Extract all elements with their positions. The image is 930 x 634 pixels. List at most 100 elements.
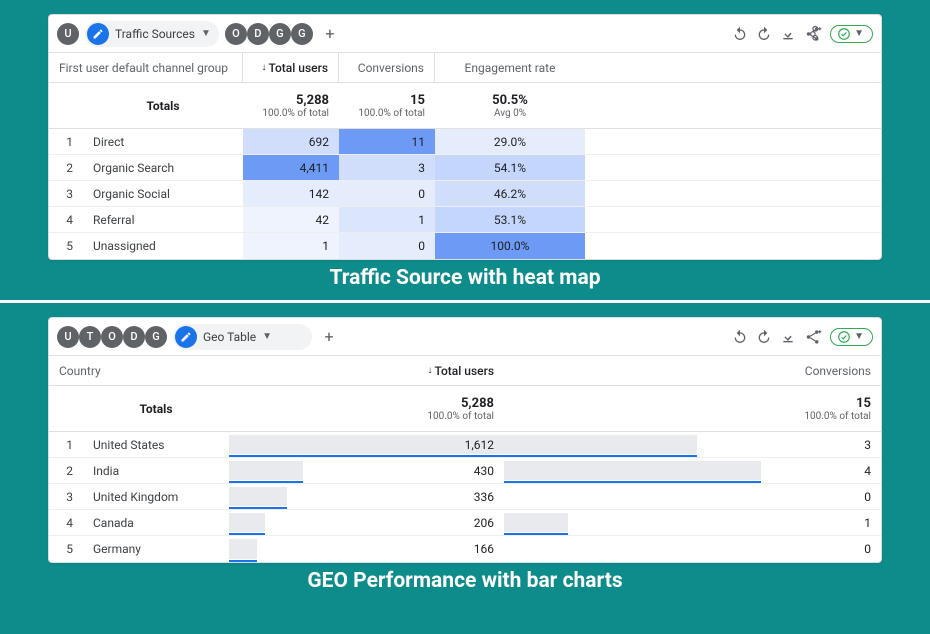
totals-users: 5,288: [239, 396, 494, 411]
cell-conversions: 0: [761, 484, 881, 509]
table-row[interactable]: 5Unassigned 10100.0%: [49, 233, 881, 259]
row-dimension: United States: [79, 438, 164, 452]
cell-spacer: [504, 510, 761, 535]
download-icon[interactable]: [780, 329, 796, 345]
totals-conversions-sub: 100.0% of total: [771, 411, 871, 422]
cell-conversions: 3: [339, 155, 435, 180]
totals-engagement-sub: Avg 0%: [494, 108, 526, 119]
cell-total-users: 1,612: [229, 432, 504, 457]
segment-chip[interactable]: T: [79, 326, 101, 348]
cell-total-users: 166: [229, 536, 504, 562]
col-spacer: [504, 356, 761, 385]
totals-label: Totals: [146, 99, 179, 113]
col-dimension[interactable]: First user default channel group: [49, 53, 243, 82]
cell-total-users: 142: [243, 181, 339, 206]
cell-total-users: 1: [243, 233, 339, 259]
row-dimension: Unassigned: [79, 239, 156, 253]
totals-conversions-sub: 100.0% of total: [349, 108, 425, 119]
cell-engagement-rate: 100.0%: [435, 233, 585, 259]
traffic-sources-panel: U Traffic Sources ▼ ODGG + ▼ First user …: [48, 14, 882, 260]
table-row[interactable]: 1United States 1,612 3: [49, 432, 881, 458]
active-segment-label: Geo Table: [203, 330, 256, 344]
add-segment-button[interactable]: +: [319, 23, 341, 45]
panel1-body: 1Direct6921129.0%2Organic Search4,411354…: [49, 129, 881, 259]
table-row[interactable]: 4Referral42153.1%: [49, 207, 881, 233]
geo-table-panel: UTODG Geo Table ▼ + ▼ Country ↓Total use…: [48, 317, 882, 563]
segment-chip[interactable]: U: [57, 326, 79, 348]
cell-spacer: [504, 432, 761, 457]
row-index: 5: [49, 542, 79, 556]
row-dimension: United Kingdom: [79, 490, 178, 504]
col-country[interactable]: Country: [49, 356, 229, 385]
table-row[interactable]: 3Organic Social142046.2%: [49, 181, 881, 207]
segment-chip[interactable]: O: [101, 326, 123, 348]
segment-chip[interactable]: G: [269, 23, 291, 45]
col-engagement-rate[interactable]: Engagement rate: [435, 53, 585, 82]
row-dimension: India: [79, 464, 119, 478]
table-row[interactable]: 2India4304: [49, 458, 881, 484]
redo-icon[interactable]: [756, 26, 772, 42]
totals-engagement: 50.5%: [492, 93, 528, 108]
active-segment-label: Traffic Sources: [115, 27, 195, 41]
undo-icon[interactable]: [732, 26, 748, 42]
cell-total-users: 692: [243, 129, 339, 154]
cell-total-users: 206: [229, 510, 504, 535]
col-total-users[interactable]: ↓Total users: [229, 356, 504, 385]
table-row[interactable]: 1Direct6921129.0%: [49, 129, 881, 155]
segment-chip[interactable]: D: [247, 23, 269, 45]
share-icon[interactable]: [804, 328, 822, 346]
cell-engagement-rate: 29.0%: [435, 129, 585, 154]
download-icon[interactable]: [780, 26, 796, 42]
caret-down-icon: ▼: [854, 331, 864, 342]
col-conversions[interactable]: Conversions: [761, 356, 881, 385]
row-index: 4: [49, 516, 79, 530]
panel1-totals-row: Totals 5,288100.0% of total 15100.0% of …: [49, 83, 881, 129]
redo-icon[interactable]: [756, 329, 772, 345]
status-menu[interactable]: ▼: [830, 25, 873, 43]
segment-chip[interactable]: O: [225, 23, 247, 45]
row-index: 2: [49, 161, 79, 175]
panel2-toolbar: UTODG Geo Table ▼ + ▼: [49, 318, 881, 356]
status-menu[interactable]: ▼: [830, 328, 873, 346]
table-row[interactable]: 4Canada2061: [49, 510, 881, 536]
row-index: 1: [49, 135, 79, 149]
cell-spacer: [504, 458, 761, 483]
row-index: 2: [49, 464, 79, 478]
table-row[interactable]: 3United Kingdom3360: [49, 484, 881, 510]
active-segment-chip[interactable]: Geo Table ▼: [173, 324, 312, 350]
totals-label: Totals: [139, 402, 172, 416]
row-dimension: Organic Social: [79, 187, 170, 201]
cell-conversions: 3: [761, 432, 881, 457]
row-index: 5: [49, 239, 79, 253]
cell-conversions: 0: [761, 536, 881, 562]
col-total-users-label: Total users: [268, 61, 328, 75]
segment-chip[interactable]: G: [291, 23, 313, 45]
row-index: 1: [49, 438, 79, 452]
cell-engagement-rate: 54.1%: [435, 155, 585, 180]
segment-chip[interactable]: U: [57, 23, 79, 45]
col-conversions[interactable]: Conversions: [339, 53, 435, 82]
cell-conversions: 0: [339, 233, 435, 259]
totals-users: 5,288: [253, 93, 329, 108]
panel2-header-row: Country ↓Total users Conversions: [49, 356, 881, 386]
table-row[interactable]: 2Organic Search4,411354.1%: [49, 155, 881, 181]
share-icon[interactable]: [804, 25, 822, 43]
sort-desc-icon: ↓: [427, 365, 432, 376]
col-total-users[interactable]: ↓Total users: [243, 53, 339, 82]
table-row[interactable]: 5Germany 166 0: [49, 536, 881, 562]
panel1-caption: Traffic Source with heat map: [0, 266, 930, 290]
caret-down-icon: ▼: [262, 331, 272, 342]
totals-conversions: 15: [771, 396, 871, 411]
panel2-caption: GEO Performance with bar charts: [0, 569, 930, 593]
cell-engagement-rate: 53.1%: [435, 207, 585, 232]
add-segment-button[interactable]: +: [318, 326, 340, 348]
panel2-body: 1United States 1,612 32India43043United Ki…: [49, 432, 881, 562]
row-dimension: Germany: [79, 542, 141, 556]
panel1-header-row: First user default channel group ↓Total …: [49, 53, 881, 83]
section-divider: [0, 300, 930, 303]
segment-chip[interactable]: G: [145, 326, 167, 348]
active-segment-chip[interactable]: Traffic Sources ▼: [85, 21, 219, 47]
segment-chip[interactable]: D: [123, 326, 145, 348]
undo-icon[interactable]: [732, 329, 748, 345]
col-total-users-label: Total users: [434, 364, 494, 378]
